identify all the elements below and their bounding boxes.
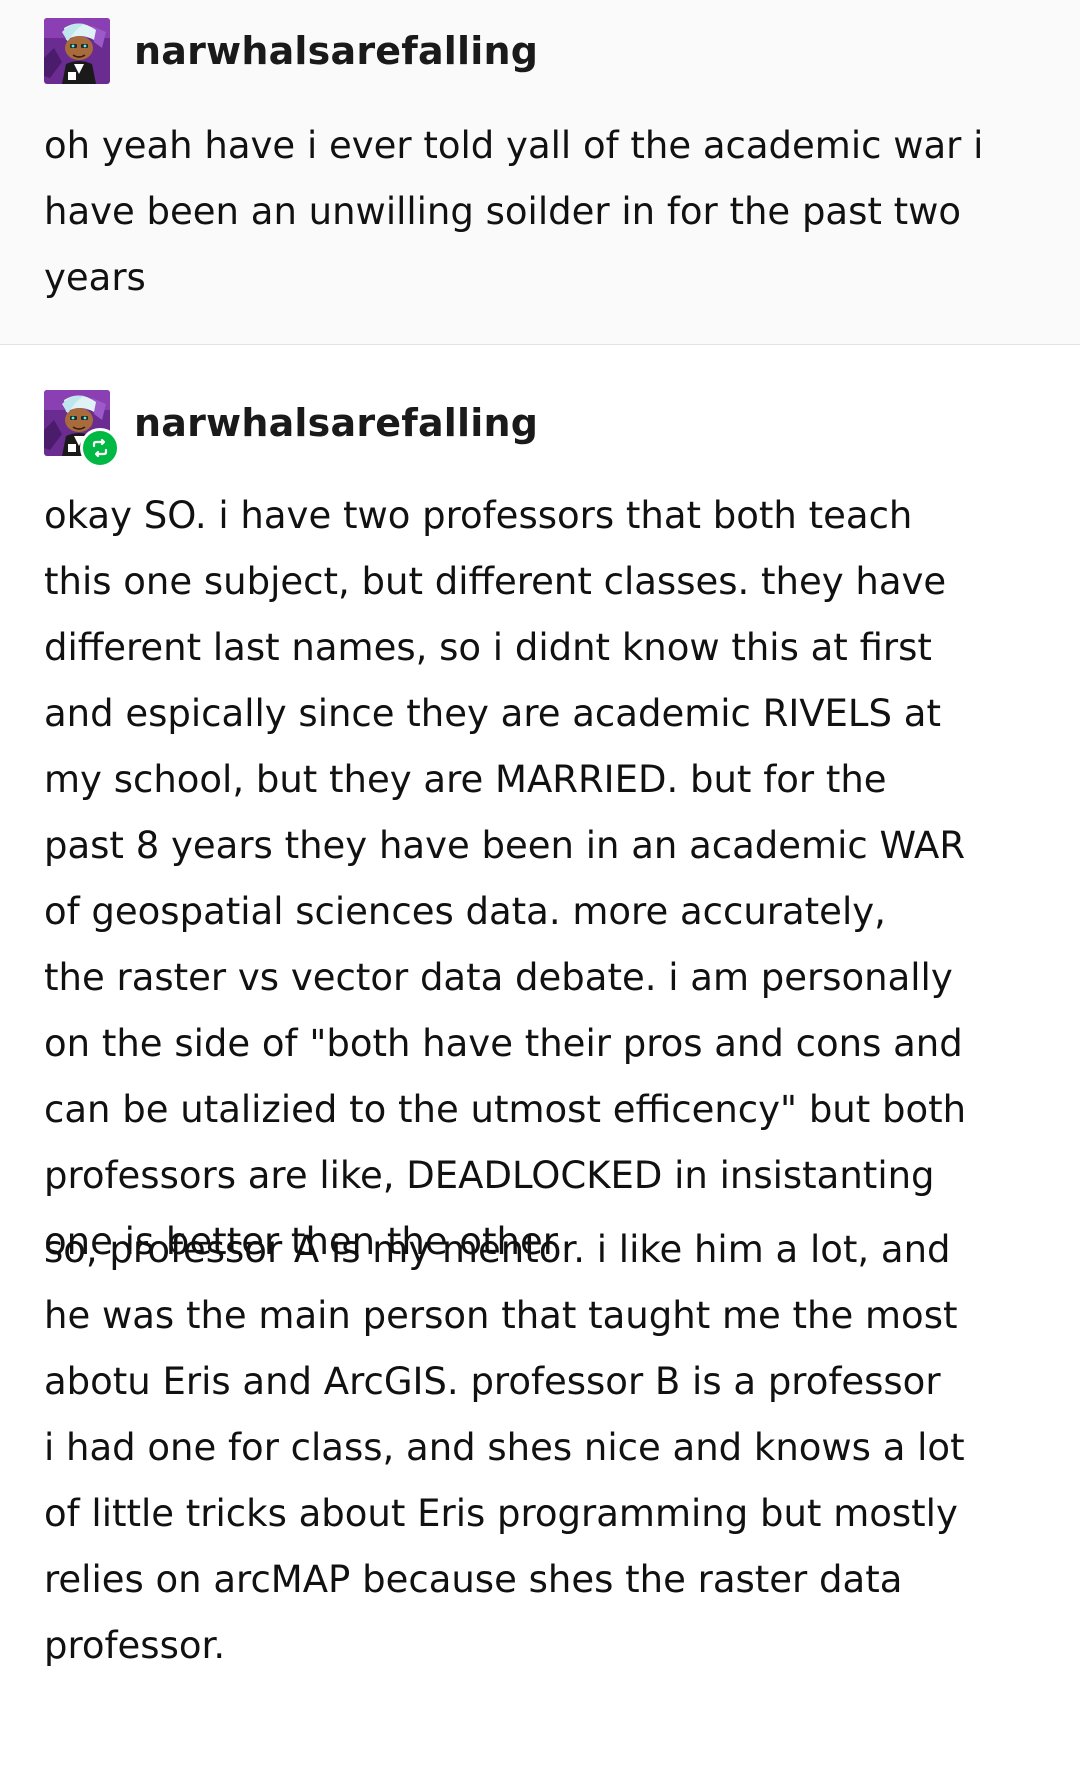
avatar-icon	[44, 18, 110, 84]
username[interactable]: narwhalsarefalling	[134, 29, 538, 73]
avatar[interactable]	[44, 18, 110, 84]
post-header: narwhalsarefalling	[44, 390, 538, 468]
reblog-icon	[80, 428, 120, 468]
original-post: narwhalsarefalling oh yeah have i ever t…	[0, 0, 1080, 344]
username[interactable]: narwhalsarefalling	[134, 401, 538, 445]
post-body-paragraph: oh yeah have i ever told yall of the aca…	[44, 124, 984, 299]
avatar[interactable]	[44, 390, 120, 468]
post-divider	[0, 344, 1080, 345]
post-body-paragraph: okay SO. i have two professors that both…	[44, 494, 967, 1263]
post-body-paragraph: so, professor A is my mentor. i like him…	[44, 1228, 965, 1667]
post-header: narwhalsarefalling	[44, 18, 538, 84]
